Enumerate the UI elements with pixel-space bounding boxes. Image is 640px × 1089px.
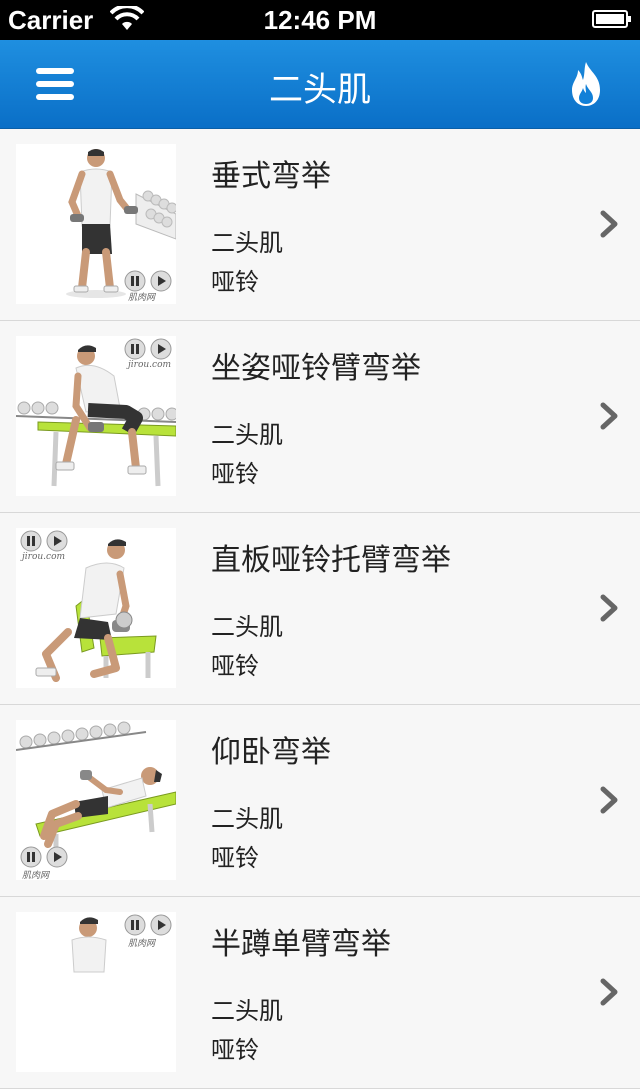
- chevron-right-icon: [600, 786, 618, 814]
- muscle-label: 二头肌: [211, 997, 283, 1025]
- list-item[interactable]: 肌肉网 仰卧弯举 二头肌 哑铃: [0, 705, 640, 897]
- play-icon[interactable]: [150, 270, 172, 292]
- exercise-name: 直板哑铃托臂弯举: [211, 543, 451, 578]
- chevron-right-icon: [600, 978, 618, 1006]
- pause-icon[interactable]: [20, 530, 42, 552]
- exercise-name: 垂式弯举: [211, 159, 331, 194]
- exercise-thumbnail: jirou.com: [16, 528, 176, 688]
- play-icon[interactable]: [150, 914, 172, 936]
- exercise-thumbnail: jirou.com: [16, 336, 176, 496]
- equipment-label: 哑铃: [211, 268, 259, 296]
- muscle-label: 二头肌: [211, 421, 283, 449]
- navigation-bar: 二头肌: [0, 40, 640, 129]
- chevron-right-icon: [600, 210, 618, 238]
- exercise-name: 仰卧弯举: [211, 735, 331, 770]
- exercise-thumbnail: 肌肉网: [16, 720, 176, 880]
- muscle-label: 二头肌: [211, 805, 283, 833]
- watermark: 肌肉网: [128, 293, 156, 303]
- exercise-name: 半蹲单臂弯举: [211, 927, 391, 962]
- fire-icon[interactable]: [566, 60, 606, 108]
- page-title: 二头肌: [269, 70, 371, 110]
- exercise-name: 坐姿哑铃臂弯举: [211, 351, 421, 386]
- exercise-thumbnail: 肌肉网: [16, 144, 176, 304]
- exercise-thumbnail: 肌肉网: [16, 912, 176, 1072]
- list-item[interactable]: jirou.com 坐姿哑铃臂弯举 二头肌 哑铃: [0, 321, 640, 513]
- watermark: 肌肉网: [22, 871, 50, 880]
- equipment-label: 哑铃: [211, 1036, 259, 1064]
- clock: 12:46 PM: [263, 5, 377, 35]
- exercise-list: 肌肉网 垂式弯举 二头肌 哑铃 jirou.com 坐姿哑铃臂弯举 二头肌 哑铃…: [0, 129, 640, 1089]
- equipment-label: 哑铃: [211, 844, 259, 872]
- play-icon[interactable]: [46, 530, 68, 552]
- play-icon[interactable]: [46, 846, 68, 868]
- equipment-label: 哑铃: [211, 460, 259, 488]
- watermark: jirou.com: [128, 360, 172, 370]
- pause-icon[interactable]: [124, 914, 146, 936]
- pause-icon[interactable]: [20, 846, 42, 868]
- list-item[interactable]: 肌肉网 垂式弯举 二头肌 哑铃: [0, 129, 640, 321]
- chevron-right-icon: [600, 594, 618, 622]
- battery-icon: [592, 10, 631, 28]
- list-item[interactable]: jirou.com 直板哑铃托臂弯举 二头肌 哑铃: [0, 513, 640, 705]
- watermark: 肌肉网: [128, 939, 156, 949]
- chevron-right-icon: [600, 402, 618, 430]
- play-icon[interactable]: [150, 338, 172, 360]
- pause-icon[interactable]: [124, 338, 146, 360]
- status-bar: Carrier 12:46 PM: [0, 0, 640, 40]
- muscle-label: 二头肌: [211, 613, 283, 641]
- muscle-label: 二头肌: [211, 229, 283, 257]
- equipment-label: 哑铃: [211, 652, 259, 680]
- list-item[interactable]: 肌肉网 半蹲单臂弯举 二头肌 哑铃: [0, 897, 640, 1089]
- pause-icon[interactable]: [124, 270, 146, 292]
- watermark: jirou.com: [22, 552, 66, 562]
